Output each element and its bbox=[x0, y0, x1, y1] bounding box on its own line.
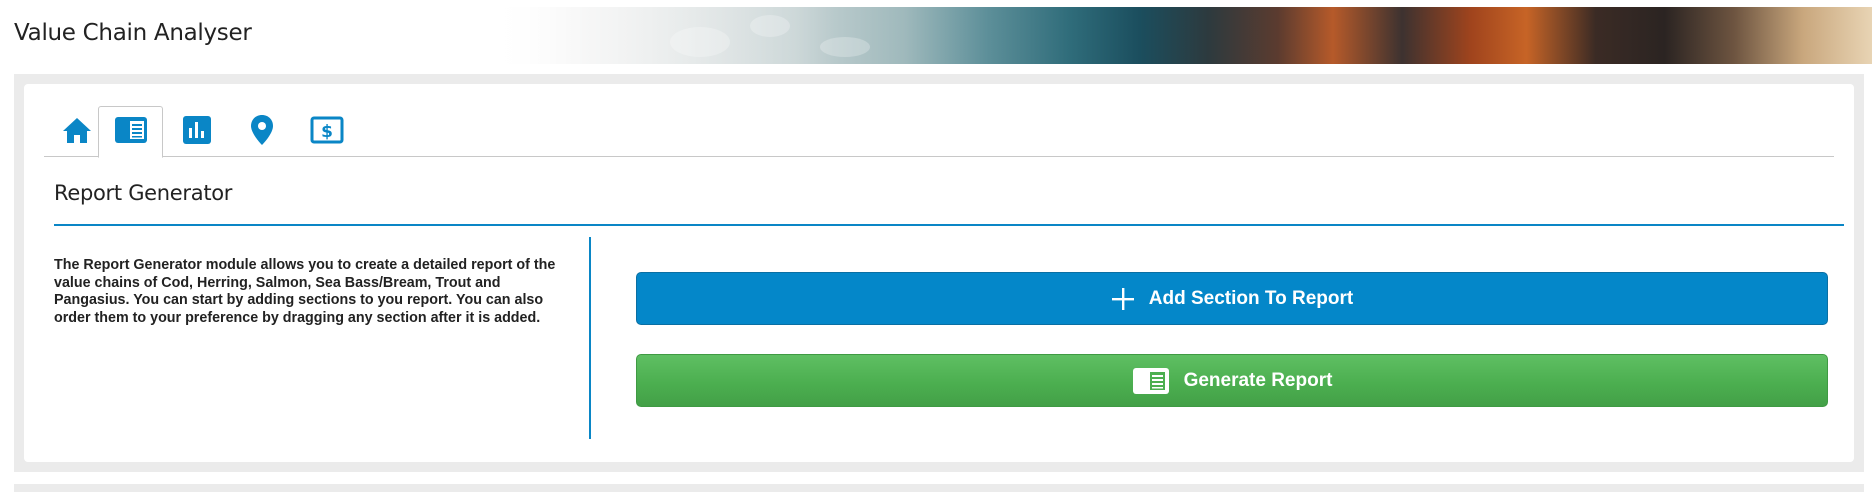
app-header: Value Chain Analyser bbox=[0, 0, 1872, 64]
generate-report-label: Generate Report bbox=[1183, 369, 1333, 391]
bar-chart-icon bbox=[182, 115, 212, 149]
map-pin-icon bbox=[250, 114, 274, 151]
footer-strip bbox=[14, 484, 1864, 492]
tab-finance[interactable]: $ bbox=[294, 106, 359, 158]
svg-text:$: $ bbox=[321, 122, 333, 142]
header-banner-image bbox=[490, 7, 1872, 64]
content-wrapper: $ Report Generator The Report Generator … bbox=[14, 74, 1864, 472]
module-description: The Report Generator module allows you t… bbox=[54, 257, 556, 326]
column-divider bbox=[589, 237, 591, 439]
add-section-button[interactable]: Add Section To Report bbox=[636, 272, 1828, 325]
report-icon bbox=[114, 116, 148, 149]
tab-map[interactable] bbox=[229, 106, 294, 158]
tab-report[interactable] bbox=[98, 106, 163, 158]
home-icon bbox=[62, 116, 92, 149]
title-divider bbox=[54, 224, 1844, 226]
add-section-label: Add Section To Report bbox=[1148, 287, 1354, 309]
generate-report-button[interactable]: Generate Report bbox=[636, 354, 1828, 407]
app-title: Value Chain Analyser bbox=[14, 20, 252, 46]
tab-charts[interactable] bbox=[164, 106, 229, 158]
dollar-icon: $ bbox=[310, 116, 344, 149]
plus-icon bbox=[1111, 287, 1135, 311]
tab-bar: $ bbox=[44, 106, 1834, 158]
main-panel: $ Report Generator The Report Generator … bbox=[24, 84, 1854, 462]
report-icon bbox=[1132, 367, 1170, 395]
page-title: Report Generator bbox=[54, 181, 233, 205]
